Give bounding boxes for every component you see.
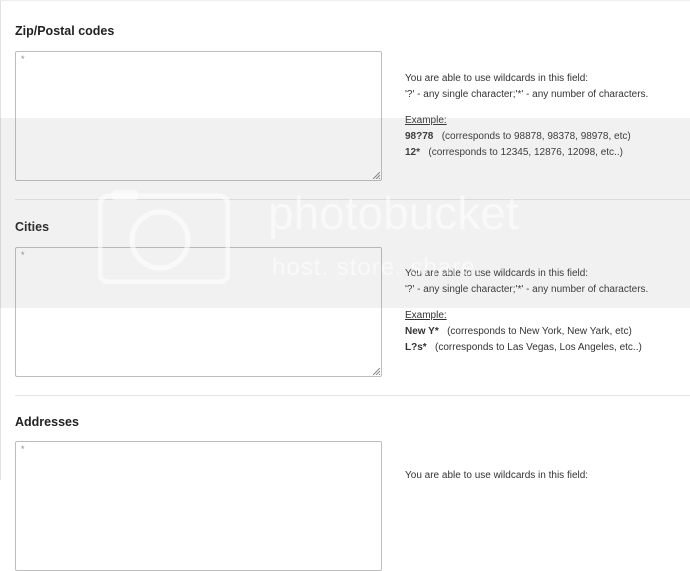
zip-section-title: Zip/Postal codes [15,24,115,38]
example-row: New Y* (corresponds to New York, New Yar… [405,324,648,340]
help-line: '?' - any single character;'*' - any num… [405,89,649,100]
example-desc: (corresponds to Las Vegas, Los Angeles, … [435,342,642,353]
textarea-placeholder: * [21,250,25,260]
help-line: You are able to use wildcards in this fi… [405,470,589,481]
example-row: 98?78 (corresponds to 98878, 98378, 9897… [405,129,648,145]
zip-codes-textarea[interactable]: * [15,51,382,181]
cities-help-text: You are able to use wildcards in this fi… [405,266,648,356]
cities-textarea[interactable]: * [15,247,382,377]
resize-handle-icon[interactable] [373,368,380,375]
addresses-help-text: You are able to use wildcards in this fi… [405,468,588,484]
example-row: 12* (corresponds to 12345, 12876, 12098,… [405,145,648,161]
example-code: 98?78 [405,131,434,142]
section-divider [15,199,690,200]
example-desc: (corresponds to New York, New Yark, etc) [447,326,632,337]
cities-section-title: Cities [15,220,50,234]
example-row: L?s* (corresponds to Las Vegas, Los Ange… [405,340,648,356]
help-line: '?' - any single character;'*' - any num… [405,284,649,295]
example-code: New Y* [405,326,439,337]
addresses-textarea[interactable]: * [15,441,382,571]
zip-help-text: You are able to use wildcards in this fi… [405,71,648,161]
help-line: You are able to use wildcards in this fi… [405,73,589,84]
watermark-title: photobucket [268,187,519,239]
textarea-placeholder: * [21,54,25,64]
example-code: L?s* [405,342,427,353]
example-desc: (corresponds to 12345, 12876, 12098, etc… [428,147,623,158]
section-divider [15,395,690,396]
example-code: 12* [405,147,421,158]
resize-handle-icon[interactable] [373,172,380,179]
example-label: Example: [405,115,447,126]
help-line: You are able to use wildcards in this fi… [405,268,589,279]
example-label: Example: [405,310,447,321]
textarea-placeholder: * [21,444,25,454]
example-desc: (corresponds to 98878, 98378, 98978, etc… [441,131,631,142]
top-border [0,0,690,1]
addresses-section-title: Addresses [15,415,79,429]
left-border [0,0,1,480]
